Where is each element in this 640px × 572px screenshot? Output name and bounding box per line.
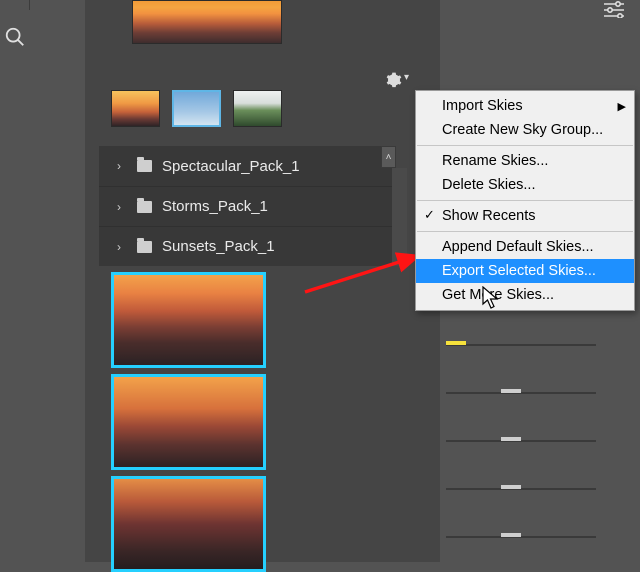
selected-thumbnails [111,272,266,572]
slider[interactable] [446,392,596,394]
chevron-right-icon: › [117,200,127,214]
menu-item-label: Import Skies [442,98,523,114]
folder-label: Storms_Pack_1 [162,198,268,215]
gear-caret-icon: ▾ [404,73,409,83]
menu-item-label: Rename Skies... [442,153,548,169]
panel-options-menu: Import Skies ▶ Create New Sky Group... R… [415,90,635,311]
slider[interactable] [446,536,596,538]
menu-rename-skies[interactable]: Rename Skies... [416,149,634,173]
recent-thumb-2[interactable] [172,90,221,127]
check-icon: ✓ [424,207,435,223]
sky-thumb-selected[interactable] [111,272,266,368]
folder-icon [137,160,152,172]
scrollbar-track[interactable] [392,168,407,266]
sky-group-row[interactable]: › Spectacular_Pack_1 ˄ [99,146,392,186]
left-toolbar [0,0,68,562]
menu-item-label: Get More Skies... [442,287,554,303]
menu-show-recents[interactable]: ✓ Show Recents [416,204,634,228]
menu-item-label: Show Recents [442,208,536,224]
slider[interactable] [446,440,596,442]
menu-append-default-skies[interactable]: Append Default Skies... [416,235,634,259]
menu-item-label: Create New Sky Group... [442,122,603,138]
sliders-icon[interactable] [602,0,626,18]
zoom-icon[interactable] [4,26,26,48]
folder-label: Sunsets_Pack_1 [162,238,275,255]
submenu-arrow-icon: ▶ [618,100,626,113]
sky-group-list: › Spectacular_Pack_1 ˄ › Storms_Pack_1 ›… [99,146,392,266]
folder-icon [137,201,152,213]
menu-item-label: Export Selected Skies... [442,263,596,279]
menu-delete-skies[interactable]: Delete Skies... [416,173,634,197]
caret-up-icon: ˄ [386,152,392,163]
panel-options-gear[interactable]: ▾ [386,72,409,88]
menu-item-label: Append Default Skies... [442,239,594,255]
menu-create-new-sky-group[interactable]: Create New Sky Group... [416,118,634,142]
chevron-right-icon: › [117,240,127,254]
slider[interactable] [446,344,596,346]
recents-row [111,90,282,127]
sky-thumb-selected[interactable] [111,374,266,470]
active-sky-preview[interactable] [132,0,282,44]
menu-import-skies[interactable]: Import Skies ▶ [416,94,634,118]
chevron-right-icon: › [117,159,127,173]
recent-thumb-1[interactable] [111,90,160,127]
scroll-up-button[interactable]: ˄ [381,146,396,168]
menu-separator [417,231,633,232]
menu-export-selected-skies[interactable]: Export Selected Skies... [416,259,634,283]
slider[interactable] [446,488,596,490]
sky-thumb-selected[interactable] [111,476,266,572]
gear-icon [386,72,402,88]
folder-label: Spectacular_Pack_1 [162,158,300,175]
menu-item-label: Delete Skies... [442,177,536,193]
folder-icon [137,241,152,253]
menu-separator [417,145,633,146]
sky-group-row[interactable]: › Storms_Pack_1 [99,186,392,226]
adjustment-sliders [440,328,608,562]
recent-thumb-3[interactable] [233,90,282,127]
menu-get-more-skies[interactable]: Get More Skies... [416,283,634,307]
divider [29,0,30,10]
sky-group-row[interactable]: › Sunsets_Pack_1 [99,226,392,266]
menu-separator [417,200,633,201]
